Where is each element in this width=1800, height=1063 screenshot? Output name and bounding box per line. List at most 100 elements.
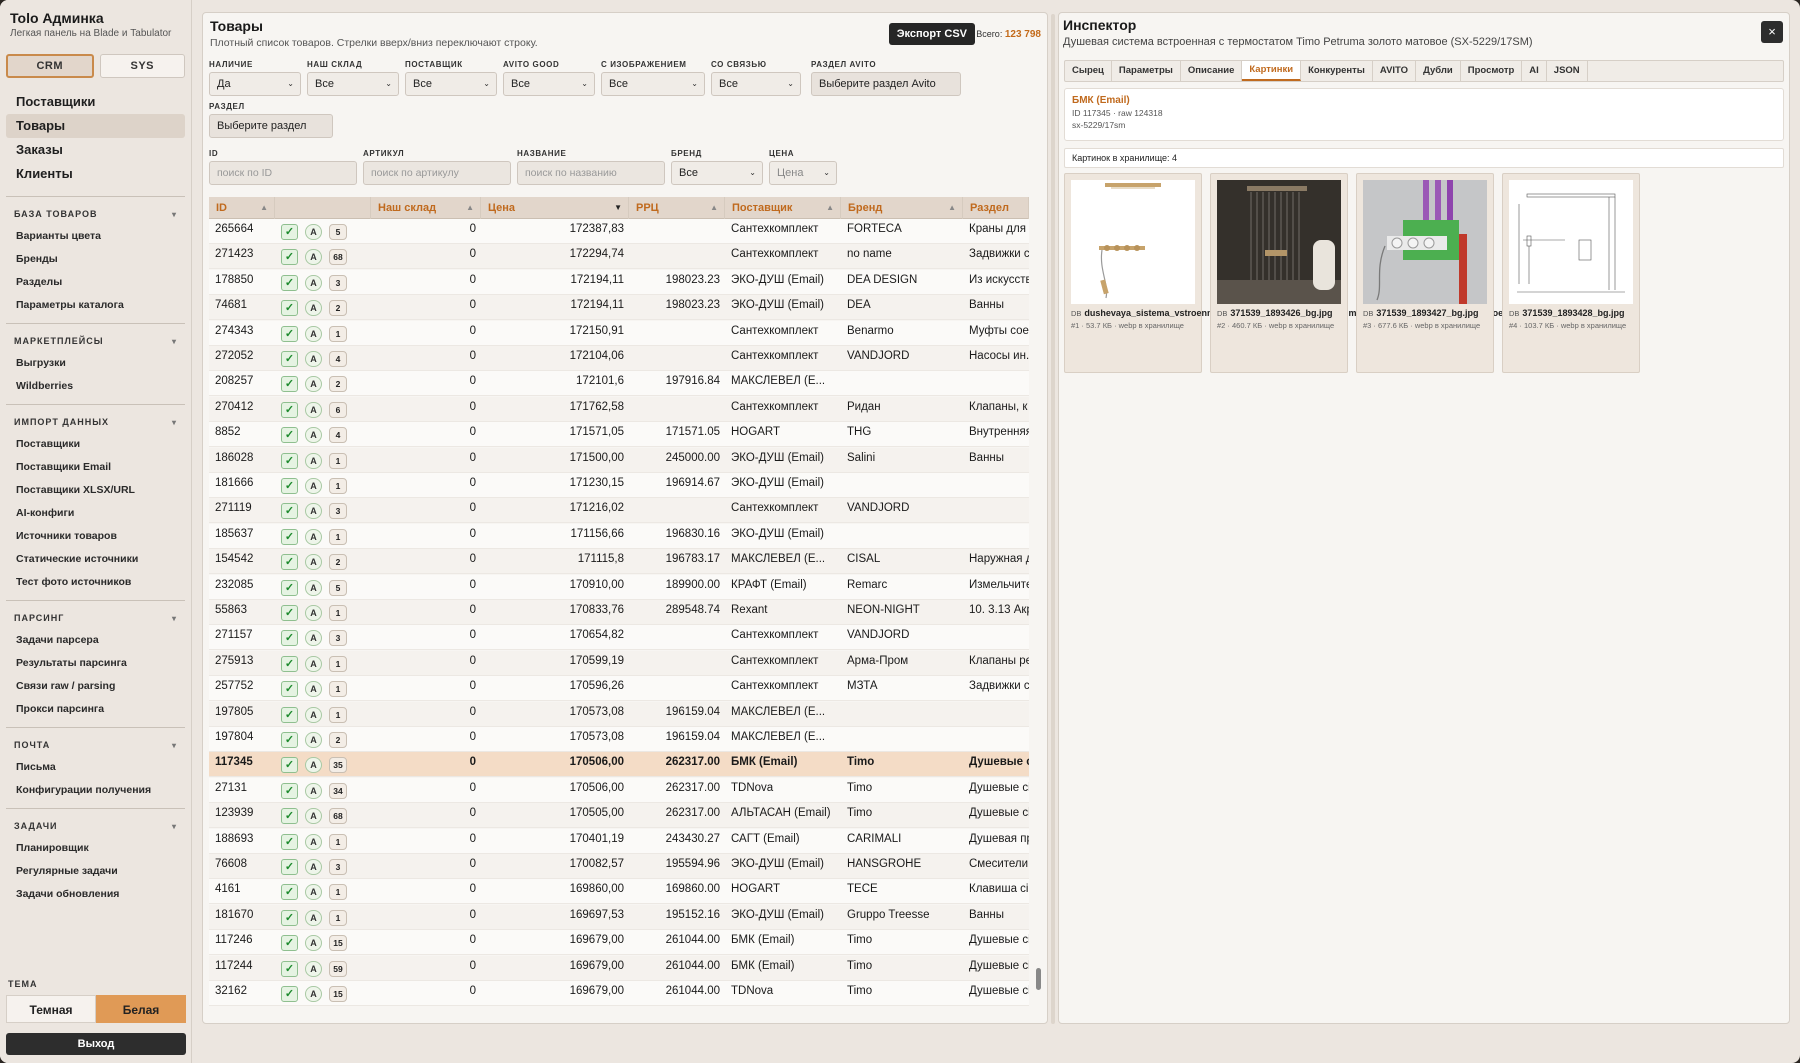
- table-row[interactable]: 271423 ✓ A 68 0 172294,74 Сантехкомплект no nam…: [209, 244, 1029, 270]
- brand-select[interactable]: Все ⌄: [671, 161, 763, 185]
- sys-button[interactable]: SYS: [99, 54, 185, 78]
- table-row[interactable]: 117244 ✓ A 59 0 169679,00 261044.00 БМК (Email)…: [209, 955, 1029, 981]
- tab-9[interactable]: JSON: [1547, 61, 1588, 81]
- nav-group-header[interactable]: ИМПОРТ ДАННЫХ ▾: [6, 411, 185, 433]
- with-link-select[interactable]: Все ⌄: [711, 72, 801, 96]
- table-row[interactable]: 208257 ✓ A 2 0 172101,6 197916.84 МАКСЛЕВЕЛ (Е.…: [209, 371, 1029, 397]
- export-csv-button[interactable]: Экспорт CSV: [888, 23, 975, 45]
- panel-resize-handle[interactable]: [1051, 14, 1055, 1024]
- nav-item[interactable]: Связи raw / parsing: [6, 675, 185, 698]
- nav-item[interactable]: Бренды: [6, 248, 185, 271]
- with-image-select[interactable]: Все ⌄: [601, 72, 705, 96]
- tab-6[interactable]: Дубли: [1416, 61, 1461, 81]
- nav-item[interactable]: Прокси парсинга: [6, 698, 185, 721]
- table-scrollbar[interactable]: [1036, 968, 1041, 990]
- table-row[interactable]: 181670 ✓ A 1 0 169697,53 195152.16 ЭКО-ДУШ (Ema…: [209, 904, 1029, 930]
- tab-3[interactable]: Картинки: [1242, 61, 1302, 81]
- nav-group-header[interactable]: БАЗА ТОВАРОВ ▾: [6, 203, 185, 225]
- image-card[interactable]: DB 371539_1893427_bg.jpg #3 · 677.6 КБ · …: [1356, 173, 1494, 373]
- table-row[interactable]: 186028 ✓ A 1 0 171500,00 245000.00 ЭКО-ДУШ (Ema…: [209, 447, 1029, 473]
- availability-select[interactable]: Да ⌄: [209, 72, 301, 96]
- nav-item[interactable]: Параметры каталога: [6, 294, 185, 317]
- price-select[interactable]: Цена ⌄: [769, 161, 837, 185]
- nav-item[interactable]: Варианты цвета: [6, 225, 185, 248]
- image-card[interactable]: DBdushevaya_sistema_vstroennaya_s_termos…: [1064, 173, 1519, 373]
- nav-item[interactable]: Задачи парсера: [6, 629, 185, 652]
- nav-clients[interactable]: Клиенты: [6, 162, 185, 186]
- nav-suppliers[interactable]: Поставщики: [6, 90, 185, 114]
- table-row[interactable]: 181666 ✓ A 1 0 171230,15 196914.67 ЭКО-ДУШ (Ema…: [209, 473, 1029, 498]
- nav-item[interactable]: Письма: [6, 756, 185, 779]
- col-rrc[interactable]: РРЦ ▲: [629, 197, 725, 219]
- tab-4[interactable]: Конкуренты: [1301, 61, 1373, 81]
- table-row[interactable]: 55863 ✓ A 1 0 170833,76 289548.74 Rexant NEON-NI…: [209, 600, 1029, 625]
- table-row[interactable]: 272052 ✓ A 4 0 172104,06 Сантехкомплект VANDJOR…: [209, 346, 1029, 371]
- table-row[interactable]: 76608 ✓ A 3 0 170082,57 195594.96 ЭКО-ДУШ (Emai…: [209, 854, 1029, 879]
- nav-item[interactable]: Выгрузки: [6, 352, 185, 375]
- col-brand[interactable]: Бренд ▲: [841, 197, 963, 219]
- table-row[interactable]: 27131 ✓ A 34 0 170506,00 262317.00 TDNova Timo Ду…: [209, 777, 1029, 803]
- nav-group-header[interactable]: ЗАДАЧИ ▾: [6, 815, 185, 837]
- nav-item[interactable]: Конфигурации получения: [6, 779, 185, 802]
- image-thumbnail[interactable]: [1363, 180, 1487, 304]
- col-id[interactable]: ID ▲: [209, 197, 275, 219]
- nav-products[interactable]: Товары: [6, 114, 185, 138]
- nav-group-header[interactable]: ПАРСИНГ ▾: [6, 607, 185, 629]
- avito-good-select[interactable]: Все ⌄: [503, 72, 595, 96]
- table-row[interactable]: 117246 ✓ A 15 0 169679,00 261044.00 БМК (Email)…: [209, 930, 1029, 956]
- col-price[interactable]: Цена ▼: [481, 197, 629, 219]
- nav-item[interactable]: Результаты парсинга: [6, 652, 185, 675]
- nav-item[interactable]: Планировщик: [6, 837, 185, 860]
- table-row[interactable]: 271119 ✓ A 3 0 171216,02 Сантехкомплект VANDJOR…: [209, 498, 1029, 524]
- image-thumbnail[interactable]: [1071, 180, 1195, 304]
- table-row[interactable]: 188693 ✓ A 1 0 170401,19 243430.27 САГТ (Email)…: [209, 828, 1029, 854]
- nav-orders[interactable]: Заказы: [6, 138, 185, 162]
- avito-section-picker[interactable]: Выберите раздел Avito: [811, 72, 961, 96]
- table-row[interactable]: 270412 ✓ A 6 0 171762,58 Сантехкомплект Ридан Кл…: [209, 396, 1029, 422]
- tab-7[interactable]: Просмотр: [1461, 61, 1523, 81]
- nav-item[interactable]: Тест фото источников: [6, 571, 185, 594]
- table-row[interactable]: 123939 ✓ A 68 0 170505,00 262317.00 АЛЬТАСАН (E…: [209, 803, 1029, 829]
- nav-item[interactable]: AI-конфиги: [6, 502, 185, 525]
- table-row[interactable]: 8852 ✓ A 4 0 171571,05 171571.05 HOGART THG Внутр…: [209, 422, 1029, 448]
- table-row[interactable]: 257752 ✓ A 1 0 170596,26 Сантехкомплект МЗТА Зад…: [209, 676, 1029, 702]
- image-card[interactable]: DB 371539_1893428_bg.jpg #4 · 103.7 КБ · …: [1502, 173, 1640, 373]
- image-thumbnail[interactable]: [1217, 180, 1341, 304]
- table-row[interactable]: 4161 ✓ A 1 0 169860,00 169860.00 HOGART TECE Клав…: [209, 879, 1029, 905]
- table-row[interactable]: 74681 ✓ A 2 0 172194,11 198023.23 ЭКО-ДУШ (Emai…: [209, 295, 1029, 321]
- col-our-stock[interactable]: Наш склад ▲: [371, 197, 481, 219]
- our-stock-select[interactable]: Все ⌄: [307, 72, 399, 96]
- nav-group-header[interactable]: МАРКЕТПЛЕЙСЫ ▾: [6, 330, 185, 352]
- theme-light-button[interactable]: Белая: [96, 995, 186, 1023]
- table-row[interactable]: 117345 ✓ A 35 0 170506,00 262317.00 БМК (Email)…: [209, 752, 1029, 778]
- table-row[interactable]: 275913 ✓ A 1 0 170599,19 Сантехкомплект Арма-Пр…: [209, 650, 1029, 676]
- tab-1[interactable]: Параметры: [1112, 61, 1181, 81]
- tab-8[interactable]: AI: [1522, 61, 1547, 81]
- nav-item[interactable]: Задачи обновления: [6, 883, 185, 906]
- nav-group-header[interactable]: ПОЧТА ▾: [6, 734, 185, 756]
- table-row[interactable]: 154542 ✓ A 2 0 171115,8 196783.17 МАКСЛЕВЕЛ (Е.…: [209, 549, 1029, 575]
- table-row[interactable]: 197804 ✓ A 2 0 170573,08 196159.04 МАКСЛЕВЕЛ (Е…: [209, 727, 1029, 752]
- name-search-input[interactable]: поиск по названию: [517, 161, 665, 185]
- image-thumbnail[interactable]: [1509, 180, 1633, 304]
- table-row[interactable]: 271157 ✓ A 3 0 170654,82 Сантехкомплект VANDJOR…: [209, 625, 1029, 651]
- nav-item[interactable]: Поставщики: [6, 433, 185, 456]
- tab-5[interactable]: AVITO: [1373, 61, 1417, 81]
- close-inspector-button[interactable]: ×: [1761, 21, 1783, 43]
- logout-button[interactable]: Выход: [6, 1033, 186, 1055]
- col-section[interactable]: Раздел: [963, 197, 1029, 219]
- table-row[interactable]: 197805 ✓ A 1 0 170573,08 196159.04 МАКСЛЕВЕЛ (Е…: [209, 701, 1029, 727]
- table-row[interactable]: 274343 ✓ A 1 0 172150,91 Сантехкомплект Benarmo…: [209, 320, 1029, 346]
- tab-2[interactable]: Описание: [1181, 61, 1243, 81]
- article-search-input[interactable]: поиск по артикулу: [363, 161, 511, 185]
- supplier-select[interactable]: Все ⌄: [405, 72, 497, 96]
- table-row[interactable]: 265664 ✓ A 5 0 172387,83 Сантехкомплект FORTECA…: [209, 219, 1029, 244]
- crm-button[interactable]: CRM: [6, 54, 94, 78]
- nav-item[interactable]: Wildberries: [6, 375, 185, 398]
- table-row[interactable]: 32162 ✓ A 15 0 169679,00 261044.00 TDNova Timo Ду…: [209, 981, 1029, 1006]
- table-row[interactable]: 178850 ✓ A 3 0 172194,11 198023.23 ЭКО-ДУШ (Ema…: [209, 269, 1029, 295]
- table-row[interactable]: 232085 ✓ A 5 0 170910,00 189900.00 КРАФТ (Email…: [209, 574, 1029, 600]
- image-card[interactable]: DB 371539_1893426_bg.jpg #2 · 460.7 КБ · …: [1210, 173, 1348, 373]
- theme-dark-button[interactable]: Темная: [6, 995, 96, 1023]
- col-supplier[interactable]: Поставщик ▲: [725, 197, 841, 219]
